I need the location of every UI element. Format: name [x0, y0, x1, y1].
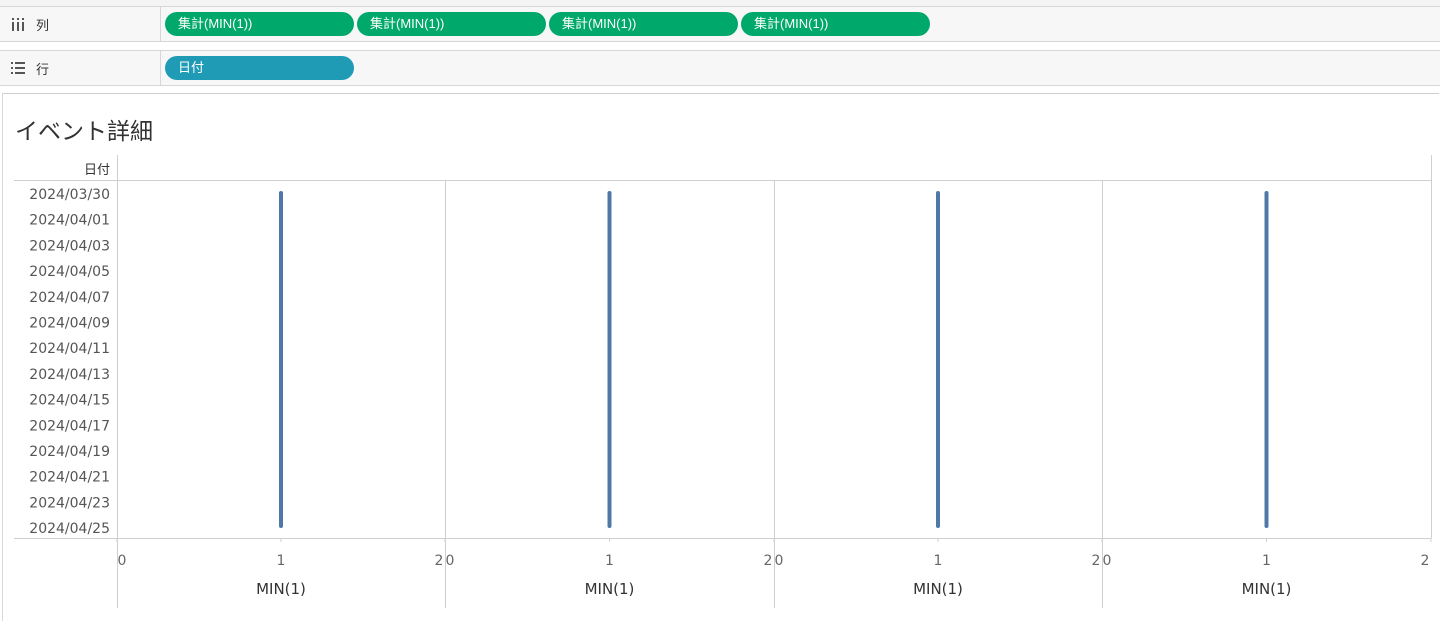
axis-tick-label: 2 — [764, 553, 773, 569]
date-tick-label: 2024/04/19 — [29, 444, 110, 460]
date-tick-label: 2024/04/11 — [29, 341, 110, 357]
axis-tick-label: 2 — [1092, 553, 1101, 569]
axis-title: MIN(1) — [913, 580, 963, 598]
axis-tick-label: 1 — [1262, 553, 1271, 569]
date-tick-label: 2024/04/21 — [29, 470, 110, 486]
date-tick-label: 2024/04/05 — [29, 264, 110, 280]
axis-tick-label: 1 — [934, 553, 943, 569]
row-header-date: 日付 — [84, 163, 110, 178]
date-tick-label: 2024/04/25 — [29, 521, 110, 537]
axis-title: MIN(1) — [585, 580, 635, 598]
axis-tick-label: 0 — [446, 553, 455, 569]
date-tick-label: 2024/04/23 — [29, 495, 110, 511]
axis-tick-label: 2 — [435, 553, 444, 569]
date-tick-label: 2024/04/15 — [29, 393, 110, 409]
date-tick-label: 2024/04/07 — [29, 290, 110, 306]
axis-tick-label: 1 — [605, 553, 614, 569]
axis-tick-label: 2 — [1421, 553, 1430, 569]
axis-tick-label: 0 — [118, 553, 127, 569]
gantt-chart: 日付 2024/03/30 2024/04/01 2024/04/03 2024/04/… — [14, 155, 1432, 608]
date-tick-label: 2024/04/03 — [29, 238, 110, 254]
date-tick-label: 2024/04/13 — [29, 367, 110, 383]
date-tick-label: 2024/03/30 — [29, 187, 110, 203]
axis-tick-label: 0 — [1103, 553, 1112, 569]
axis-tick-label: 0 — [775, 553, 784, 569]
date-tick-label: 2024/04/01 — [29, 213, 110, 229]
axis-title: MIN(1) — [1242, 580, 1292, 598]
date-tick-label: 2024/04/09 — [29, 316, 110, 332]
date-tick-label: 2024/04/17 — [29, 418, 110, 434]
axis-tick-label: 1 — [277, 553, 286, 569]
axis-title: MIN(1) — [256, 580, 306, 598]
